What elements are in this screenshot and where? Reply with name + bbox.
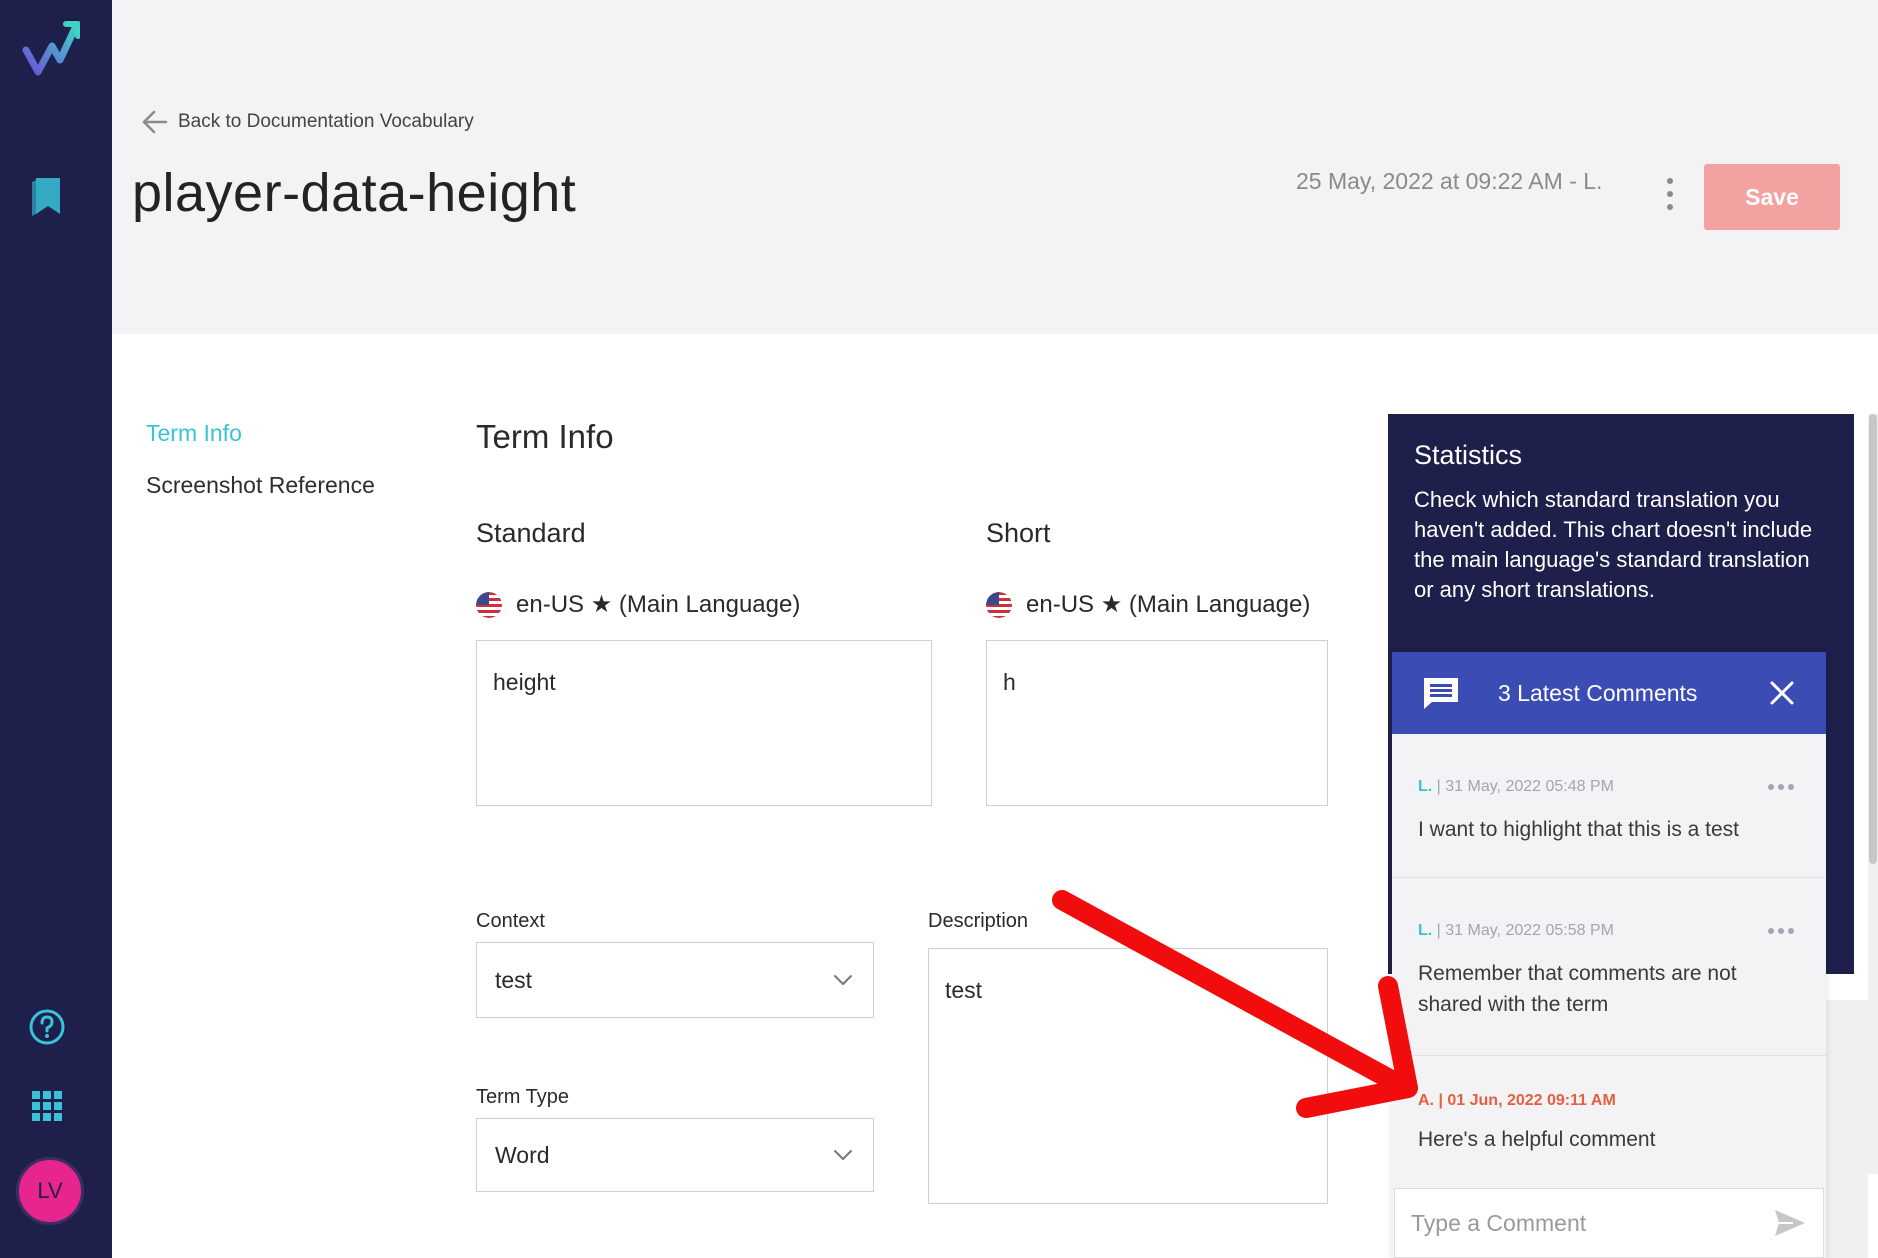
comments-header: 3 Latest Comments (1392, 652, 1826, 734)
comment-item: L. | 31 May, 2022 05:48 PM I want to hig… (1392, 734, 1826, 878)
short-label: Short (986, 518, 1051, 548)
context-label: Context (476, 910, 545, 932)
app-logo-icon[interactable] (22, 20, 80, 78)
term-type-select[interactable]: Word (476, 1118, 874, 1192)
user-avatar[interactable]: LV (16, 1157, 84, 1225)
back-link[interactable]: Back to Documentation Vocabulary (140, 108, 474, 136)
comment-author: L. (1418, 778, 1433, 795)
last-modified-timestamp: 25 May, 2022 at 09:22 AM - L. (1296, 168, 1603, 194)
save-button[interactable]: Save (1704, 164, 1840, 230)
sidebar: LV (0, 0, 112, 1258)
help-icon[interactable] (28, 1008, 66, 1046)
chevron-down-icon (834, 975, 852, 985)
standard-translation-input[interactable]: height (476, 640, 932, 806)
comment-text: I want to highlight that this is a test (1418, 818, 1740, 841)
comment-time: | 01 Jun, 2022 09:11 AM (1438, 1092, 1616, 1109)
comments-title: 3 Latest Comments (1498, 679, 1698, 706)
more-options-icon[interactable] (1660, 176, 1680, 212)
apps-grid-icon[interactable] (31, 1090, 63, 1122)
send-icon[interactable] (1773, 1208, 1807, 1238)
page-header: Back to Documentation Vocabulary player-… (112, 0, 1878, 334)
comment-time: | 31 May, 2022 05:58 PM (1436, 922, 1614, 939)
vocabulary-book-icon[interactable] (28, 174, 68, 218)
page-scrollbar[interactable] (1868, 414, 1878, 1174)
more-horizontal-icon[interactable] (1766, 782, 1796, 792)
statistics-text: Check which standard translation you hav… (1414, 487, 1813, 602)
comment-author: L. (1418, 922, 1433, 939)
close-icon[interactable] (1768, 679, 1796, 707)
section-nav: Term Info Screenshot Reference (146, 420, 375, 524)
us-flag-icon (476, 591, 502, 618)
context-select[interactable]: test (476, 942, 874, 1018)
description-input[interactable]: test (928, 948, 1328, 1204)
comments-popup: 3 Latest Comments L. | 31 May, 2022 05:4… (1392, 652, 1826, 1258)
term-type-value: Word (495, 1141, 550, 1168)
short-translation-input[interactable]: h (986, 640, 1328, 806)
short-language: en-US ★ (Main Language) (986, 590, 1310, 619)
term-type-label: Term Type (476, 1086, 569, 1108)
comment-input[interactable] (1411, 1209, 1773, 1237)
panel-background (1826, 1000, 1868, 1258)
us-flag-icon (986, 591, 1012, 618)
standard-language-label: en-US ★ (Main Language) (516, 591, 801, 618)
comment-time: | 31 May, 2022 05:48 PM (1436, 778, 1614, 795)
arrow-left-icon (142, 110, 168, 134)
more-horizontal-icon[interactable] (1766, 926, 1796, 936)
context-value: test (495, 966, 533, 993)
scrollbar-thumb[interactable] (1869, 414, 1877, 864)
chat-icon (1424, 678, 1458, 709)
chevron-down-icon (834, 1150, 852, 1160)
comment-author: A. (1418, 1092, 1434, 1109)
comment-item: L. | 31 May, 2022 05:58 PM Remember that… (1392, 878, 1826, 1056)
nav-term-info[interactable]: Term Info (146, 420, 375, 447)
comment-text: Remember that comments are not shared wi… (1418, 962, 1737, 1016)
section-title: Term Info (476, 418, 614, 455)
comment-text: Here's a helpful comment (1418, 1128, 1656, 1151)
nav-screenshot-reference[interactable]: Screenshot Reference (146, 472, 375, 499)
back-link-label: Back to Documentation Vocabulary (178, 111, 474, 132)
description-label: Description (928, 910, 1029, 932)
standard-language: en-US ★ (Main Language) (476, 590, 800, 619)
short-language-label: en-US ★ (Main Language) (1026, 591, 1311, 618)
comment-input-bar (1394, 1188, 1824, 1258)
standard-label: Standard (476, 518, 586, 548)
comment-item: A. | 01 Jun, 2022 09:11 AM Here's a help… (1392, 1056, 1826, 1188)
statistics-title: Statistics (1414, 440, 1523, 470)
page-title: player-data-height (132, 163, 577, 223)
